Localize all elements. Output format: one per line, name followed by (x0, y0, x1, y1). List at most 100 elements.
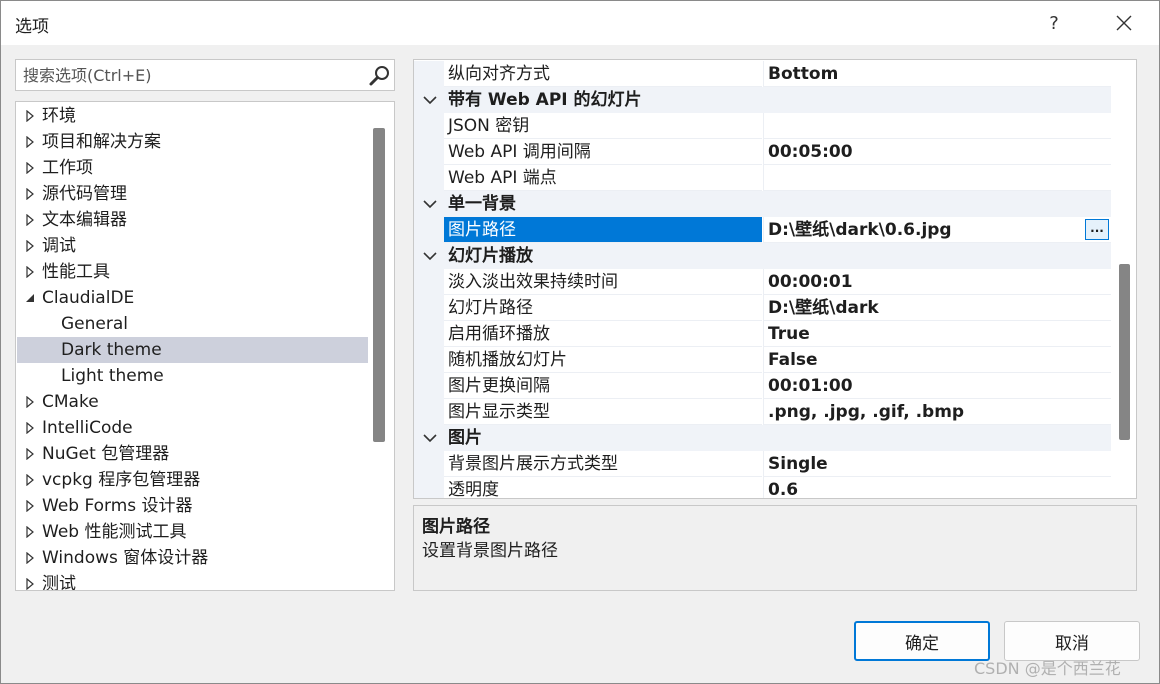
property-row[interactable]: 背景图片展示方式类型 Single (414, 451, 1111, 477)
close-button[interactable] (1102, 5, 1146, 41)
property-value[interactable]: D:\壁纸\dark (763, 295, 1111, 321)
property-row[interactable]: Web API 端点 (414, 165, 1111, 191)
property-row[interactable]: JSON 密钥 (414, 113, 1111, 139)
property-category[interactable]: 单一背景 (414, 191, 1111, 217)
property-value[interactable]: Single (763, 451, 1111, 477)
property-scrollbar[interactable] (1119, 264, 1130, 440)
tree-item[interactable]: Web Forms 设计器 (17, 493, 368, 519)
watermark: CSDN @是个西兰花 (974, 659, 1121, 678)
collapsed-arrow-icon[interactable] (23, 441, 37, 467)
collapsed-arrow-icon[interactable] (23, 519, 37, 545)
tree-item[interactable]: IntelliCode (17, 415, 368, 441)
property-value[interactable] (763, 165, 1111, 191)
property-value[interactable]: Bottom (763, 61, 1111, 87)
property-value[interactable]: D:\壁纸\dark\0.6.jpg (763, 217, 1111, 243)
tree-item[interactable]: Dark theme (17, 337, 368, 363)
property-grid: 纵向对齐方式 Bottom 带有 Web API 的幻灯片 JSON 密钥 Web AP… (413, 59, 1137, 499)
property-row[interactable]: 幻灯片路径 D:\壁纸\dark (414, 295, 1111, 321)
search-box (15, 59, 395, 91)
tree-item[interactable]: vcpkg 程序包管理器 (17, 467, 368, 493)
property-name: 启用循环播放 (444, 321, 762, 347)
tree-item-label: 工作项 (42, 158, 93, 178)
collapsed-arrow-icon[interactable] (23, 155, 37, 181)
tree-item[interactable]: 工作项 (17, 155, 368, 181)
property-category-label: 单一背景 (448, 194, 516, 214)
tree-item[interactable]: 项目和解决方案 (17, 129, 368, 155)
property-value[interactable]: False (763, 347, 1111, 373)
property-row[interactable]: 图片显示类型 .png, .jpg, .gif, .bmp (414, 399, 1111, 425)
description-panel: 图片路径 设置背景图片路径 (413, 505, 1137, 591)
collapsed-arrow-icon[interactable] (23, 233, 37, 259)
tree-item-label: IntelliCode (42, 418, 133, 438)
collapsed-arrow-icon[interactable] (23, 545, 37, 571)
property-gutter (414, 347, 444, 373)
description-text: 设置背景图片路径 (422, 541, 558, 561)
tree-item-label: CMake (42, 392, 99, 412)
property-value[interactable] (763, 113, 1111, 139)
collapsed-arrow-icon[interactable] (23, 103, 37, 129)
collapsed-arrow-icon[interactable] (23, 467, 37, 493)
property-value[interactable]: 00:05:00 (763, 139, 1111, 165)
tree-item[interactable]: General (17, 311, 368, 337)
tree-item[interactable]: NuGet 包管理器 (17, 441, 368, 467)
tree-scrollbar[interactable] (373, 128, 385, 442)
tree-item[interactable]: 测试 (17, 571, 368, 591)
tree-item[interactable]: 源代码管理 (17, 181, 368, 207)
property-category[interactable]: 图片 (414, 425, 1111, 451)
collapsed-arrow-icon[interactable] (23, 571, 37, 590)
property-name: JSON 密钥 (444, 113, 762, 139)
collapsed-arrow-icon[interactable] (23, 207, 37, 233)
collapsed-arrow-icon[interactable] (23, 181, 37, 207)
collapsed-arrow-icon[interactable] (23, 415, 37, 441)
property-value[interactable]: 0.6 (763, 477, 1111, 498)
chevron-down-icon[interactable] (422, 425, 438, 451)
tree-item[interactable]: ClaudialDE (17, 285, 368, 311)
tree-item-label: 源代码管理 (42, 184, 127, 204)
property-gutter (414, 113, 444, 139)
collapsed-arrow-icon[interactable] (23, 259, 37, 285)
property-gutter (414, 477, 444, 498)
tree-item[interactable]: 环境 (17, 103, 368, 129)
property-gutter (414, 321, 444, 347)
ok-button[interactable]: 确定 (854, 621, 990, 661)
tree-item[interactable]: Windows 窗体设计器 (17, 545, 368, 571)
collapsed-arrow-icon[interactable] (23, 389, 37, 415)
options-dialog: 选项 ? 环境项目和解决方案工作项源代码管理文本编辑器调试性能工具 Claudia… (0, 0, 1160, 684)
property-row[interactable]: 淡入淡出效果持续时间 00:00:01 (414, 269, 1111, 295)
property-name: Web API 端点 (444, 165, 762, 191)
tree-item-label: 测试 (42, 574, 76, 591)
property-category[interactable]: 带有 Web API 的幻灯片 (414, 87, 1111, 113)
search-input[interactable] (16, 60, 362, 90)
property-row[interactable]: 启用循环播放 True (414, 321, 1111, 347)
property-value[interactable]: 00:01:00 (763, 373, 1111, 399)
tree-item[interactable]: CMake (17, 389, 368, 415)
search-icon[interactable] (368, 64, 392, 88)
tree-item[interactable]: Web 性能测试工具 (17, 519, 368, 545)
expanded-arrow-icon[interactable] (23, 285, 37, 311)
property-row[interactable]: 图片路径 D:\壁纸\dark\0.6.jpg... (414, 217, 1111, 243)
tree-item[interactable]: 调试 (17, 233, 368, 259)
tree-item[interactable]: 性能工具 (17, 259, 368, 285)
collapsed-arrow-icon[interactable] (23, 493, 37, 519)
property-row[interactable]: 随机播放幻灯片 False (414, 347, 1111, 373)
property-row[interactable]: 纵向对齐方式 Bottom (414, 61, 1111, 87)
property-value[interactable]: 00:00:01 (763, 269, 1111, 295)
chevron-down-icon[interactable] (422, 87, 438, 113)
property-value[interactable]: True (763, 321, 1111, 347)
property-value[interactable]: .png, .jpg, .gif, .bmp (763, 399, 1111, 425)
chevron-down-icon[interactable] (422, 191, 438, 217)
property-gutter (414, 373, 444, 399)
property-category[interactable]: 幻灯片播放 (414, 243, 1111, 269)
property-row[interactable]: 图片更换间隔 00:01:00 (414, 373, 1111, 399)
collapsed-arrow-icon[interactable] (23, 129, 37, 155)
chevron-down-icon[interactable] (422, 243, 438, 269)
window-title: 选项 (15, 17, 49, 37)
property-category-label: 图片 (448, 428, 482, 448)
property-row[interactable]: 透明度 0.6 (414, 477, 1111, 498)
help-button[interactable]: ? (1032, 5, 1076, 41)
tree-item[interactable]: 文本编辑器 (17, 207, 368, 233)
property-row[interactable]: Web API 调用间隔 00:05:00 (414, 139, 1111, 165)
browse-button[interactable]: ... (1085, 219, 1109, 240)
tree-item[interactable]: Light theme (17, 363, 368, 389)
property-gutter (414, 139, 444, 165)
